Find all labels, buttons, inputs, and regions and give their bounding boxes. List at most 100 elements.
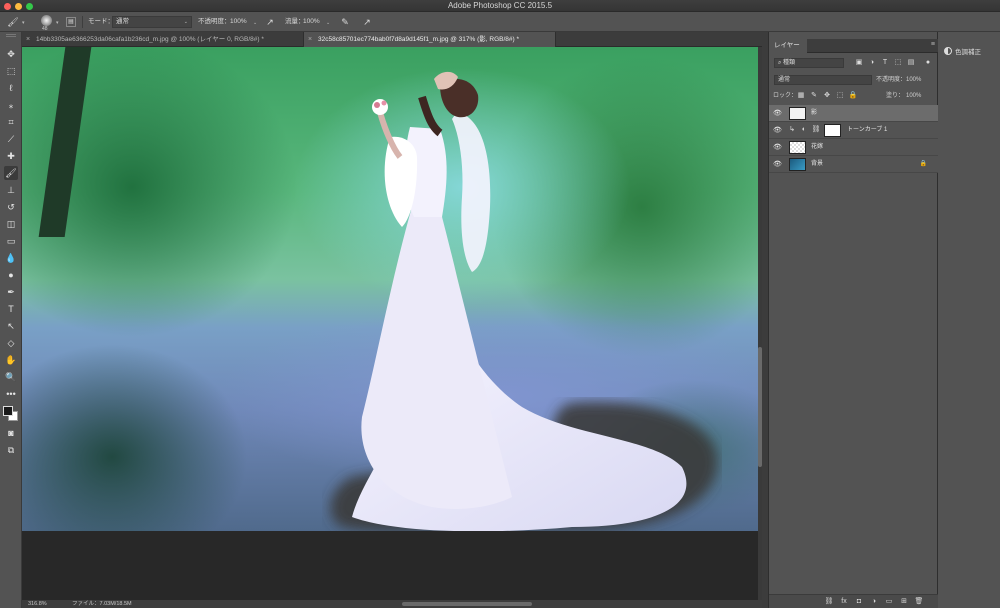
layer-name: 影: [811, 110, 818, 116]
marquee-tool-icon[interactable]: ⬚: [4, 64, 18, 78]
screen-mode-icon[interactable]: ⧉: [4, 443, 18, 457]
lock-artboard-icon[interactable]: ⬚: [835, 91, 845, 101]
hand-tool-icon[interactable]: ✋: [4, 353, 18, 367]
lock-image-icon[interactable]: ✎: [809, 91, 819, 101]
close-icon[interactable]: ×: [26, 32, 30, 47]
layer-mask-thumbnail[interactable]: [824, 124, 841, 137]
mode-select[interactable]: 通常 ⌄: [112, 16, 192, 28]
document-canvas[interactable]: [22, 47, 762, 600]
more-tools-icon[interactable]: •••: [4, 387, 18, 401]
eyedropper-tool-icon[interactable]: ⟋: [4, 132, 18, 146]
brush-panel-toggle-icon[interactable]: ▤: [66, 17, 76, 27]
layer-row[interactable]: 👁 ↳ ◐ ⛓ トーンカーブ 1: [769, 122, 939, 139]
new-group-icon[interactable]: ▭: [884, 597, 894, 607]
brush-tool-preset-icon[interactable]: 🖌: [6, 15, 20, 29]
tab-document-2[interactable]: × 32c58c85701ec774bab0f7d8a9d145f1_m.jpg…: [304, 32, 556, 47]
layer-opacity-value[interactable]: 100%: [906, 75, 921, 85]
eye-icon[interactable]: 👁: [773, 160, 782, 169]
new-adjustment-layer-icon[interactable]: ◑: [869, 597, 879, 607]
crop-tool-icon[interactable]: ⌗: [4, 115, 18, 129]
document-info[interactable]: ファイル：7.03M/18.5M: [72, 600, 132, 608]
chevron-down-icon[interactable]: ▾: [22, 20, 25, 26]
pressure-size-icon[interactable]: ↗: [360, 15, 374, 29]
tab-label: 14bb3305ae6366253da06cafa1b236cd_m.jpg @…: [36, 36, 264, 43]
layer-row[interactable]: 👁 花嫁: [769, 139, 939, 156]
chevron-down-icon[interactable]: ⌄: [326, 20, 330, 26]
bride-photo-image[interactable]: [22, 47, 758, 531]
path-selection-tool-icon[interactable]: ↖: [4, 319, 18, 333]
filter-pixel-icon[interactable]: ▣: [854, 58, 864, 68]
filter-type-icon[interactable]: T: [880, 58, 890, 68]
blur-tool-icon[interactable]: 💧: [4, 251, 18, 265]
chevron-down-icon[interactable]: ▾: [56, 20, 59, 26]
adjustments-panel-button[interactable]: 色調補正: [944, 47, 981, 57]
brush-tool-icon[interactable]: 🖌: [4, 166, 18, 180]
add-mask-icon[interactable]: ◘: [854, 597, 864, 607]
lasso-tool-icon[interactable]: ℓ: [4, 81, 18, 95]
link-icon[interactable]: ⛓: [811, 125, 821, 135]
lock-all-icon[interactable]: 🔒: [848, 91, 858, 101]
fill-value[interactable]: 100%: [906, 91, 921, 101]
link-layers-icon[interactable]: ⛓: [824, 597, 834, 607]
blend-mode-value: 通常: [778, 77, 791, 83]
layer-row[interactable]: 👁 影: [769, 105, 939, 122]
gradient-tool-icon[interactable]: ▭: [4, 234, 18, 248]
airbrush-icon[interactable]: ✎: [338, 15, 352, 29]
clone-stamp-tool-icon[interactable]: ⊥: [4, 183, 18, 197]
filter-adjustment-icon[interactable]: ◑: [867, 58, 877, 68]
horizontal-scrollbar-thumb[interactable]: [402, 602, 532, 606]
brush-preview-icon[interactable]: [41, 15, 52, 26]
layer-thumbnail: [789, 141, 806, 154]
layers-panel: レイヤー ≡ ⌕ 種類 ▣ ◑ T ⬚ ▤ ● 通常 不透明度： 100% ロッ…: [768, 32, 939, 608]
lock-icon: 🔒: [919, 161, 927, 167]
type-tool-icon[interactable]: T: [4, 302, 18, 316]
tab-document-1[interactable]: × 14bb3305ae6366253da06cafa1b236cd_m.jpg…: [22, 32, 304, 47]
layer-thumbnail: [789, 107, 806, 120]
new-layer-icon[interactable]: ⊞: [899, 597, 909, 607]
foreground-color-swatch[interactable]: [3, 406, 13, 416]
tree-trunk: [38, 47, 92, 237]
layer-filter-select[interactable]: ⌕ 種類: [774, 58, 844, 68]
tab-layers[interactable]: レイヤー: [769, 39, 807, 53]
tab-label: 32c58c85701ec774bab0f7d8a9d145f1_m.jpg @…: [318, 36, 520, 43]
lock-row: ロック： ▦ ✎ ✥ ⬚ 🔒 塗り： 100%: [769, 89, 939, 103]
pen-tool-icon[interactable]: ✒: [4, 285, 18, 299]
zoom-tool-icon[interactable]: 🔍: [4, 370, 18, 384]
filter-smart-object-icon[interactable]: ▤: [906, 58, 916, 68]
shape-tool-icon[interactable]: ◇: [4, 336, 18, 350]
eraser-tool-icon[interactable]: ◫: [4, 217, 18, 231]
eye-icon[interactable]: 👁: [773, 109, 782, 118]
opacity-value[interactable]: 100%: [230, 16, 247, 28]
bride-figure: [352, 71, 687, 531]
lock-position-icon[interactable]: ✥: [822, 91, 832, 101]
move-tool-icon[interactable]: ✥: [4, 47, 18, 61]
clipping-arrow-icon: ↳: [789, 126, 795, 133]
adjustments-label: 色調補正: [955, 49, 981, 56]
healing-brush-tool-icon[interactable]: ✚: [4, 149, 18, 163]
filter-toggle-icon[interactable]: ●: [923, 58, 933, 68]
chevron-down-icon[interactable]: ⌄: [253, 20, 257, 26]
layer-filter-row: ⌕ 種類 ▣ ◑ T ⬚ ▤ ●: [769, 56, 939, 70]
chevron-down-icon: ⌄: [183, 19, 188, 25]
eye-icon[interactable]: 👁: [773, 126, 782, 135]
quick-mask-icon[interactable]: ◙: [4, 426, 18, 440]
lock-transparent-icon[interactable]: ▦: [796, 91, 806, 101]
filter-shape-icon[interactable]: ⬚: [893, 58, 903, 68]
trash-icon[interactable]: 🗑: [914, 597, 924, 607]
adjustments-icon: [944, 47, 952, 55]
close-icon[interactable]: ×: [308, 32, 312, 47]
zoom-level[interactable]: 316.8%: [28, 600, 47, 608]
flow-value[interactable]: 100%: [303, 16, 320, 28]
dodge-tool-icon[interactable]: ●: [4, 268, 18, 282]
panel-menu-icon[interactable]: ≡: [931, 41, 935, 48]
layer-style-icon[interactable]: fx: [839, 597, 849, 607]
layer-name: 花嫁: [811, 144, 824, 150]
history-brush-tool-icon[interactable]: ↺: [4, 200, 18, 214]
quick-selection-tool-icon[interactable]: ⁎: [4, 98, 18, 112]
pressure-opacity-icon[interactable]: ↗: [263, 15, 277, 29]
layer-row[interactable]: 👁 背景 🔒: [769, 156, 939, 173]
toolbar-grip[interactable]: [6, 34, 16, 37]
layer-thumbnail: [789, 158, 806, 171]
eye-icon[interactable]: 👁: [773, 143, 782, 152]
blend-mode-select[interactable]: 通常: [774, 75, 872, 85]
